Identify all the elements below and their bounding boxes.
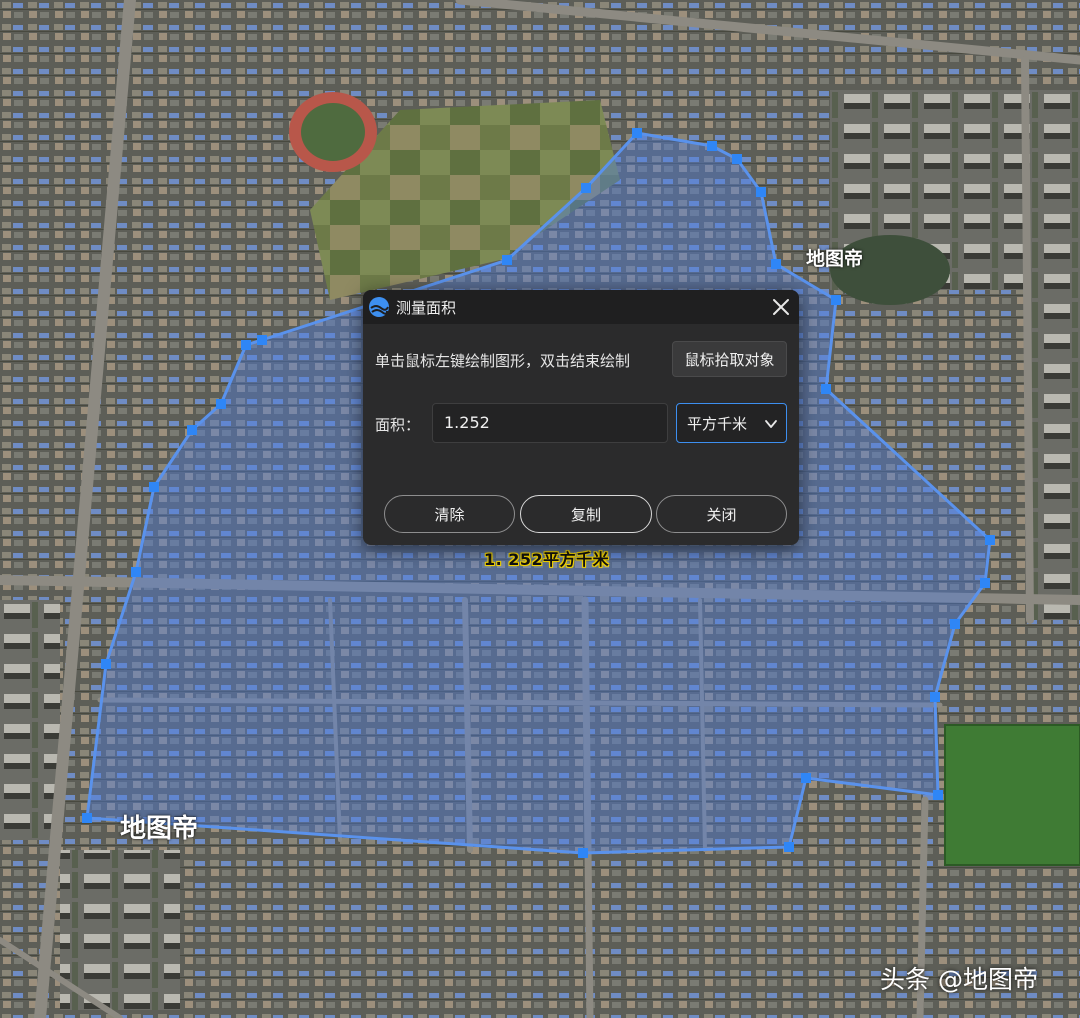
clear-button[interactable]: 清除 <box>384 495 515 533</box>
vertex-handle[interactable] <box>101 659 111 669</box>
vertex-handle[interactable] <box>257 335 267 345</box>
area-value-field[interactable]: 1.252 <box>432 403 668 443</box>
vertex-handle[interactable] <box>784 842 794 852</box>
unit-select[interactable]: 平方千米 <box>676 403 787 443</box>
area-field-label: 面积： <box>375 416 421 434</box>
vertex-handle[interactable] <box>502 255 512 265</box>
vertex-handle[interactable] <box>581 183 591 193</box>
measure-area-dialog: 测量面积 单击鼠标左键绘制图形，双击结束绘制 鼠标拾取对象 面积： 1.252 … <box>363 290 799 545</box>
brand-watermark: 头条 @地图帝 <box>880 965 1038 994</box>
dialog-title: 测量面积 <box>396 298 457 317</box>
vertex-handle[interactable] <box>707 141 717 151</box>
app-logo-icon <box>368 296 390 318</box>
measure-result-label: 1. 252平方千米 <box>484 550 610 569</box>
map-watermark: 地图帝 <box>806 248 864 270</box>
chevron-down-icon <box>764 417 778 431</box>
vertex-handle[interactable] <box>131 567 141 577</box>
vertex-handle[interactable] <box>950 619 960 629</box>
vertex-handle[interactable] <box>930 692 940 702</box>
unit-select-value: 平方千米 <box>687 414 748 433</box>
pick-object-button[interactable]: 鼠标拾取对象 <box>672 341 787 377</box>
dialog-header[interactable]: 测量面积 <box>363 290 799 324</box>
vertex-handle[interactable] <box>831 295 841 305</box>
vertex-handle[interactable] <box>149 482 159 492</box>
draw-hint: 单击鼠标左键绘制图形，双击结束绘制 <box>375 352 631 370</box>
close-button[interactable]: 关闭 <box>656 495 787 533</box>
vertex-handle[interactable] <box>985 535 995 545</box>
vertex-handle[interactable] <box>980 578 990 588</box>
vertex-handle[interactable] <box>821 384 831 394</box>
copy-button[interactable]: 复制 <box>520 495 652 533</box>
vertex-handle[interactable] <box>82 813 92 823</box>
vertex-handle[interactable] <box>801 773 811 783</box>
vertex-handle[interactable] <box>578 848 588 858</box>
vertex-handle[interactable] <box>632 128 642 138</box>
vertex-handle[interactable] <box>216 399 226 409</box>
vertex-handle[interactable] <box>771 259 781 269</box>
vertex-handle[interactable] <box>732 154 742 164</box>
vertex-handle[interactable] <box>187 425 197 435</box>
vertex-handle[interactable] <box>756 187 766 197</box>
vertex-handle[interactable] <box>933 790 943 800</box>
map-watermark: 地图帝 <box>120 814 199 844</box>
vertex-handle[interactable] <box>241 340 251 350</box>
close-icon[interactable] <box>769 295 793 319</box>
